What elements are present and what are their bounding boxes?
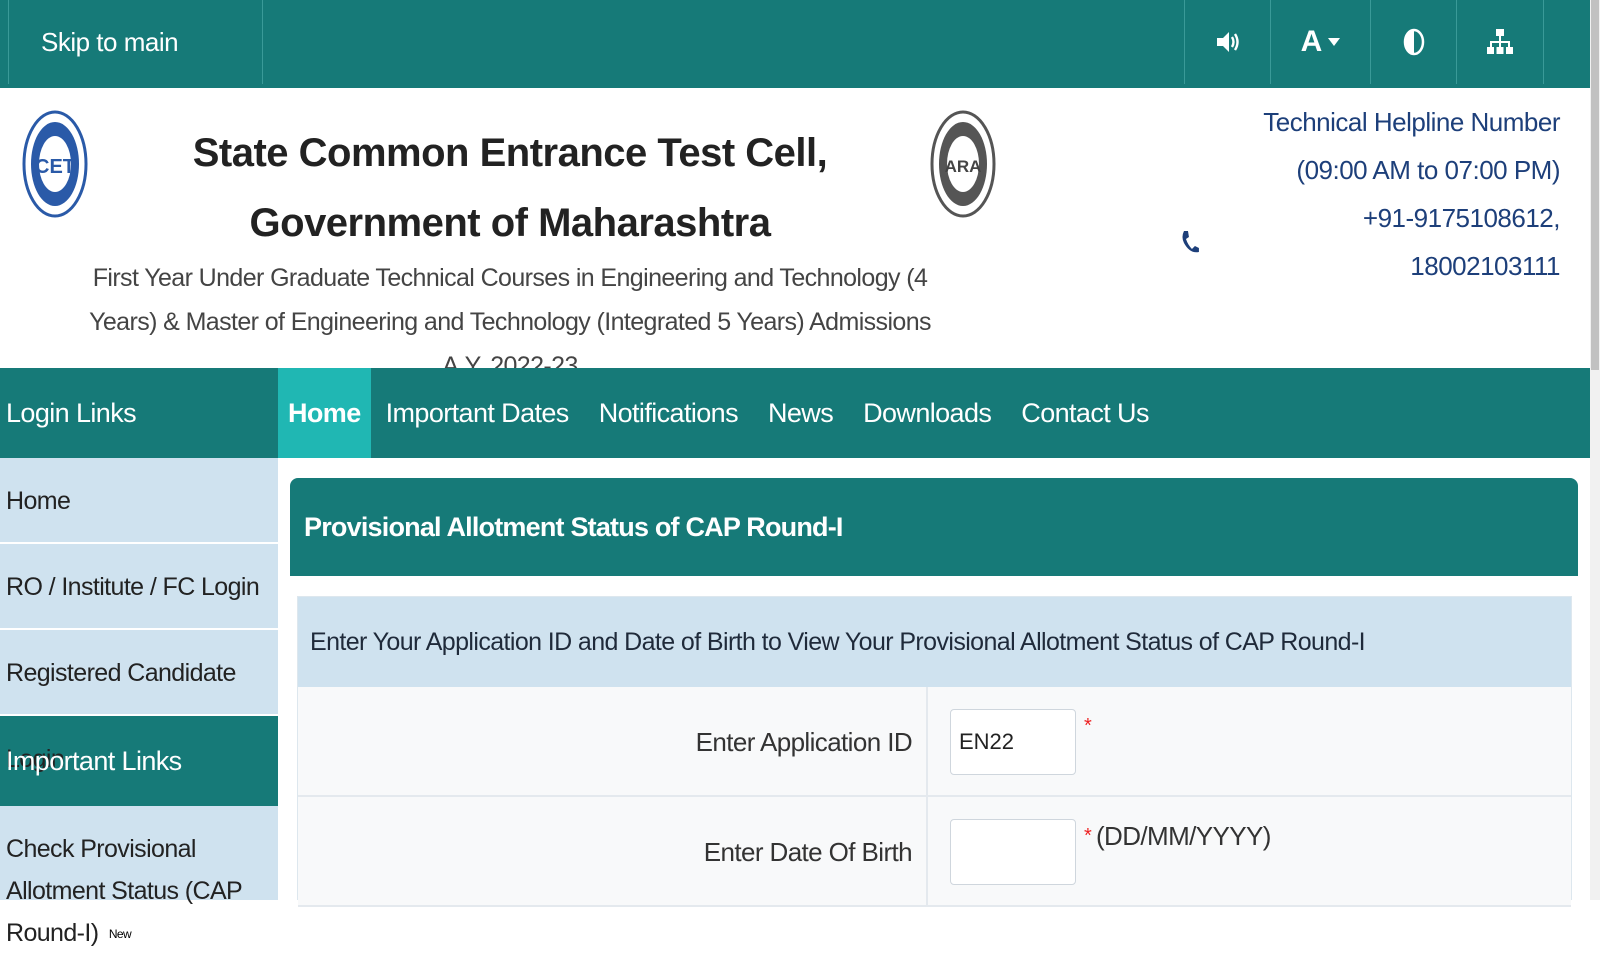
font-size-icon: A — [1300, 25, 1323, 58]
svg-text:ARA: ARA — [945, 157, 982, 176]
form-row-date-of-birth: Enter Date Of Birth * (DD/MM/YYYY) — [298, 797, 1571, 907]
nav-news[interactable]: News — [753, 368, 848, 458]
important-links-title: Important Links — [0, 716, 278, 806]
contrast-icon — [1403, 28, 1424, 56]
nav-notifications[interactable]: Notifications — [584, 368, 753, 458]
required-mark: * — [1084, 825, 1092, 847]
date-of-birth-label: Enter Date Of Birth — [298, 797, 928, 907]
phone-icon — [1182, 231, 1199, 253]
date-of-birth-input[interactable] — [950, 819, 1076, 885]
font-size-button[interactable]: A — [1270, 0, 1370, 84]
nav-important-dates[interactable]: Important Dates — [371, 368, 584, 458]
main-menu: Home Important Dates Notifications News … — [278, 368, 1164, 458]
sitemap-button[interactable] — [1456, 0, 1544, 84]
screen-reader-button[interactable] — [1184, 0, 1270, 84]
sidebar-item-check-allotment[interactable]: Check Provisional Allotment Status (CAP … — [0, 806, 278, 955]
new-badge: New — [104, 913, 136, 955]
site-title: State Common Entrance Test Cell, Governm… — [192, 131, 828, 245]
panel-title: Provisional Allotment Status of CAP Roun… — [290, 478, 1578, 576]
sidebar-item-registered-candidate-login[interactable]: Registered Candidate Login — [0, 630, 278, 773]
speaker-icon — [1216, 32, 1239, 52]
main-nav: Login Links Home Important Dates Notific… — [0, 368, 1590, 458]
sidebar-item-ro-institute-fc-login[interactable]: RO / Institute / FC Login — [0, 544, 278, 630]
login-links-title: Login Links — [6, 398, 137, 428]
form-row-application-id: Enter Application ID * — [298, 687, 1571, 797]
caret-down-icon — [1328, 38, 1341, 46]
application-id-input[interactable] — [950, 709, 1076, 775]
scrollbar-thumb[interactable] — [1591, 0, 1599, 370]
helpline-title: Technical Helpline Number — [1263, 107, 1560, 137]
sidebar: Home RO / Institute / FC Login Registere… — [0, 458, 278, 955]
nav-home[interactable]: Home — [278, 368, 371, 458]
skip-to-main-link[interactable]: Skip to main content — [8, 0, 263, 141]
cet-logo: CET — [22, 110, 88, 218]
application-id-label: Enter Application ID — [298, 687, 928, 797]
helpline-numbers[interactable]: +91-9175108612, 18002103111 — [1208, 194, 1561, 290]
allotment-form: Enter Your Application ID and Date of Bi… — [297, 596, 1572, 907]
panel-instructions: Enter Your Application ID and Date of Bi… — [298, 597, 1571, 687]
svg-text:CET: CET — [35, 156, 75, 178]
sidebar-item-home[interactable]: Home — [0, 458, 278, 544]
date-format-hint: (DD/MM/YYYY) — [1096, 821, 1271, 851]
accessibility-bar: Skip to main content A — [0, 0, 1590, 141]
helpline-hours: (09:00 AM to 07:00 PM) — [1296, 155, 1560, 185]
site-header: CET State Common Entrance Test Cell, Gov… — [0, 88, 1590, 380]
nav-contact-us[interactable]: Contact Us — [1006, 368, 1164, 458]
contrast-button[interactable] — [1370, 0, 1456, 84]
ara-logo: ARA — [930, 110, 996, 218]
sitemap-icon — [1487, 29, 1513, 54]
helpline-info: Technical Helpline Number (09:00 AM to 0… — [1180, 98, 1561, 290]
required-mark: * — [1084, 715, 1092, 737]
nav-downloads[interactable]: Downloads — [848, 368, 1006, 458]
